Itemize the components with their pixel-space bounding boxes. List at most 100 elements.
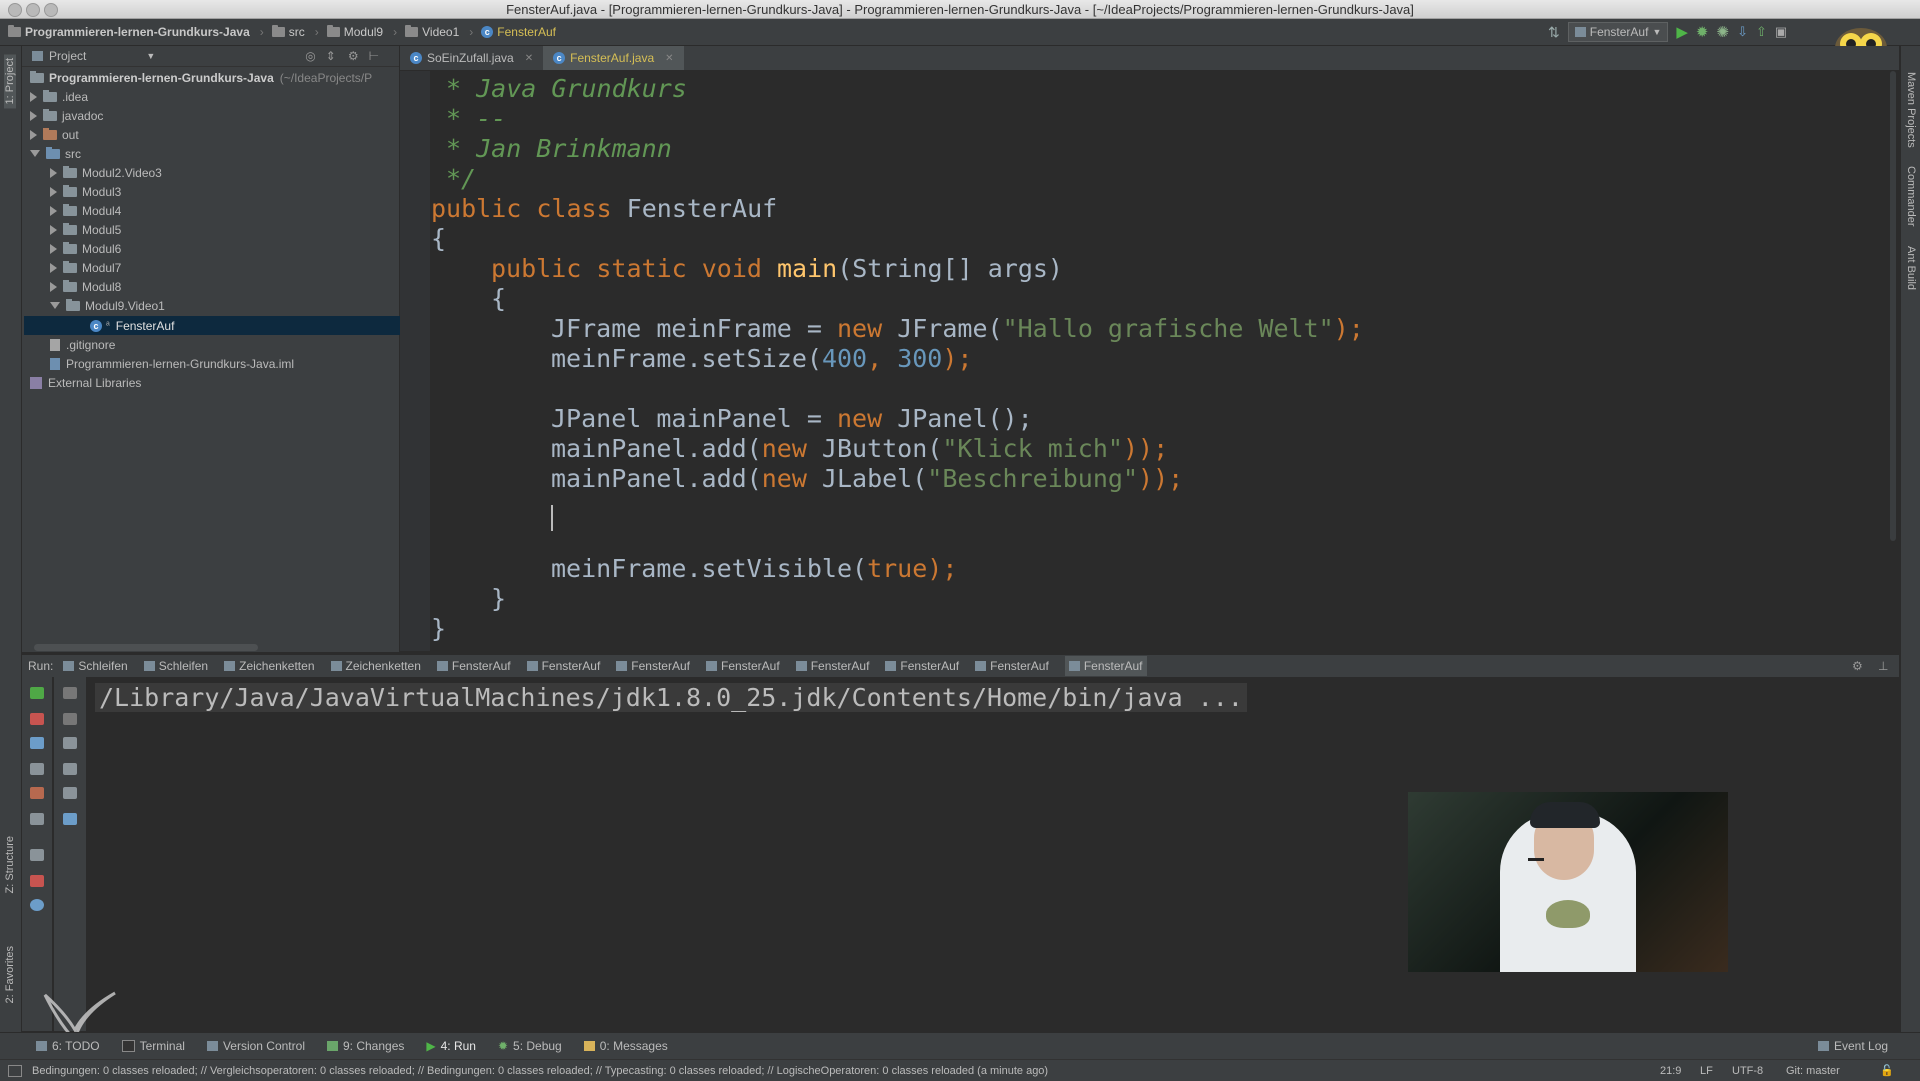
rerun-icon[interactable] xyxy=(30,687,44,699)
tree-item-idea[interactable]: .idea xyxy=(30,87,88,106)
commander-tab[interactable]: Commander xyxy=(1905,166,1917,227)
code-editor[interactable]: * Java Grundkurs * -- * Jan Brinkmann */… xyxy=(430,71,1890,651)
build-icon[interactable]: ⇅ xyxy=(1548,24,1560,41)
tree-item-fensterauf[interactable]: c ᵃ FensterAuf xyxy=(90,316,174,335)
structure-icon[interactable]: ▣ xyxy=(1775,24,1787,40)
soft-wrap-icon[interactable] xyxy=(63,737,77,749)
structure-tool-tab[interactable]: Z: Structure xyxy=(4,836,16,893)
run-tab-schleifen-2[interactable]: Schleifen xyxy=(143,659,208,673)
run-tab-fensterauf-1[interactable]: FensterAuf xyxy=(436,659,511,673)
run-tab-schleifen-1[interactable]: Schleifen xyxy=(63,659,128,673)
maven-projects-tab[interactable]: Maven Projects xyxy=(1905,72,1917,148)
vcs-commit-icon[interactable]: ⇧ xyxy=(1756,24,1767,40)
tool-window-event-log[interactable]: Event Log xyxy=(1818,1039,1888,1053)
stop-icon[interactable] xyxy=(30,713,44,725)
tree-item-iml-file[interactable]: Programmieren-lernen-Grundkurs-Java.iml xyxy=(50,354,294,373)
tool-window-terminal[interactable]: Terminal xyxy=(121,1039,185,1053)
zoom-window-button[interactable] xyxy=(44,3,58,17)
tool-window-todo[interactable]: 6: TODO xyxy=(36,1039,100,1053)
tool-window-messages[interactable]: 0: Messages xyxy=(583,1039,668,1053)
close-icon[interactable]: ✕ xyxy=(525,53,533,64)
gear-icon[interactable]: ⚙ xyxy=(348,49,359,63)
close-window-button[interactable] xyxy=(8,3,22,17)
collapse-arrow-icon[interactable] xyxy=(50,302,60,309)
run-tab-zeichenketten-1[interactable]: Zeichenketten xyxy=(224,659,315,673)
tree-item-modul6[interactable]: Modul6 xyxy=(50,239,121,258)
expand-arrow-icon[interactable] xyxy=(50,243,57,254)
run-tab-fensterauf-8[interactable]: FensterAuf xyxy=(1064,656,1147,676)
tree-item-modul9-video1[interactable]: Modul9.Video1 xyxy=(50,296,165,315)
line-separator[interactable]: LF xyxy=(1700,1065,1713,1077)
chevron-down-icon[interactable]: ▼ xyxy=(146,51,155,61)
tree-item-external-libraries[interactable]: External Libraries xyxy=(30,373,141,392)
minimize-window-button[interactable] xyxy=(26,3,40,17)
tree-item-gitignore[interactable]: .gitignore xyxy=(50,335,115,354)
breadcrumb-src[interactable]: src › xyxy=(271,25,319,39)
close-icon[interactable]: ✕ xyxy=(665,53,673,64)
tab-fensterauf[interactable]: c FensterAuf.java ✕ xyxy=(543,46,684,70)
hide-panel-icon[interactable]: ⊢ xyxy=(369,49,379,63)
tool-window-run[interactable]: ▶ 4: Run xyxy=(426,1039,476,1053)
tree-item-modul2-video3[interactable]: Modul2.Video3 xyxy=(50,163,162,182)
scroll-down-icon[interactable] xyxy=(63,713,77,725)
dump-threads-icon[interactable] xyxy=(30,763,44,775)
pin-icon[interactable] xyxy=(30,849,44,861)
breadcrumb-fensterauf[interactable]: c FensterAuf xyxy=(481,25,556,39)
tree-item-modul7[interactable]: Modul7 xyxy=(50,258,121,277)
run-tab-fensterauf-4[interactable]: FensterAuf xyxy=(706,659,780,673)
breadcrumb-modul9[interactable]: Modul9 › xyxy=(326,25,397,39)
expand-arrow-icon[interactable] xyxy=(50,186,57,197)
tree-item-javadoc[interactable]: javadoc xyxy=(30,106,103,125)
tree-item-modul3[interactable]: Modul3 xyxy=(50,182,121,201)
pause-icon[interactable] xyxy=(30,737,44,749)
close-icon[interactable] xyxy=(30,875,44,887)
tab-soeinzufall[interactable]: c SoEinZufall.java ✕ xyxy=(400,46,543,70)
debug-icon[interactable]: ✹ xyxy=(1696,23,1709,41)
clear-all-icon[interactable] xyxy=(63,813,77,825)
expand-arrow-icon[interactable] xyxy=(30,91,37,102)
run-icon[interactable]: ▶ xyxy=(1676,23,1688,41)
tree-item-modul4[interactable]: Modul4 xyxy=(50,201,121,220)
project-horizontal-scrollbar[interactable] xyxy=(34,644,258,651)
favorites-tool-tab[interactable]: 2: Favorites xyxy=(4,946,16,1003)
tree-item-src[interactable]: src xyxy=(30,144,81,163)
expand-arrow-icon[interactable] xyxy=(30,129,37,140)
project-view-select[interactable]: Project xyxy=(49,49,86,63)
hide-panel-icon[interactable]: ⊥ xyxy=(1878,659,1888,673)
expand-arrow-icon[interactable] xyxy=(50,262,57,273)
expand-arrow-icon[interactable] xyxy=(50,167,57,178)
expand-arrow-icon[interactable] xyxy=(50,224,57,235)
print-icon[interactable] xyxy=(63,787,77,799)
tree-item-out[interactable]: out xyxy=(30,125,79,144)
run-tab-fensterauf-2[interactable]: FensterAuf xyxy=(526,659,600,673)
run-tab-fensterauf-3[interactable]: FensterAuf xyxy=(616,659,690,673)
scroll-up-icon[interactable] xyxy=(63,687,77,699)
breadcrumb-project[interactable]: Programmieren-lernen-Grundkurs-Java › xyxy=(8,25,264,39)
editor-vertical-scrollbar[interactable] xyxy=(1888,71,1898,651)
expand-arrow-icon[interactable] xyxy=(30,110,37,121)
editor-gutter[interactable] xyxy=(400,71,430,651)
tool-window-changes[interactable]: 9: Changes xyxy=(326,1039,404,1053)
collapse-icon[interactable]: ⇕ xyxy=(326,49,336,63)
vcs-update-icon[interactable]: ⇩ xyxy=(1737,24,1748,40)
collapse-arrow-icon[interactable] xyxy=(30,150,40,157)
help-icon[interactable] xyxy=(30,899,44,911)
run-tab-fensterauf-6[interactable]: FensterAuf xyxy=(885,659,959,673)
gear-icon[interactable]: ⚙ xyxy=(1852,659,1863,673)
file-encoding[interactable]: UTF-8 xyxy=(1732,1065,1763,1077)
coverage-icon[interactable]: ✺ xyxy=(1716,23,1729,41)
exit-icon[interactable] xyxy=(30,787,44,799)
breadcrumb-video1[interactable]: Video1 › xyxy=(405,25,473,39)
status-toggle-icon[interactable] xyxy=(8,1064,22,1077)
tree-item-modul5[interactable]: Modul5 xyxy=(50,220,121,239)
project-tool-tab[interactable]: 1: Project xyxy=(4,54,16,109)
run-configuration-select[interactable]: FensterAuf ▼ xyxy=(1567,22,1669,42)
expand-arrow-icon[interactable] xyxy=(50,205,57,216)
sync-icon[interactable]: ◎ xyxy=(305,49,315,63)
tree-root-project[interactable]: Programmieren-lernen-Grundkurs-Java (~/I… xyxy=(30,68,372,87)
lock-icon[interactable]: 🔓 xyxy=(1880,1064,1894,1077)
tool-window-version-control[interactable]: Version Control xyxy=(206,1039,305,1053)
ant-build-tab[interactable]: Ant Build xyxy=(1905,246,1917,290)
run-tab-zeichenketten-2[interactable]: Zeichenketten xyxy=(330,659,421,673)
run-tab-fensterauf-5[interactable]: FensterAuf xyxy=(795,659,869,673)
